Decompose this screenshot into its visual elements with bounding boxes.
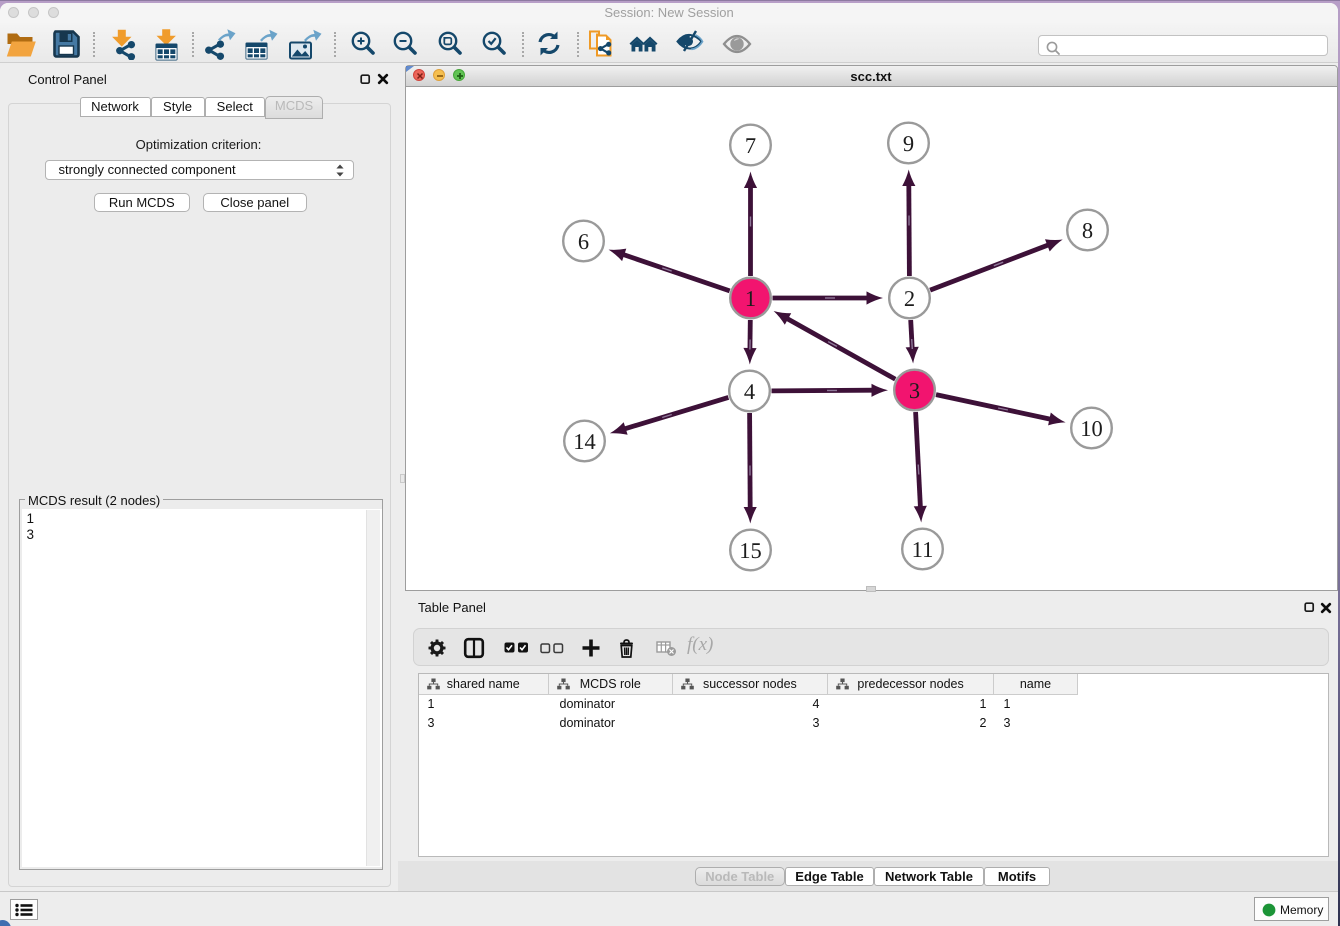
svg-text:14: 14	[573, 429, 596, 454]
svg-text:10: 10	[1080, 416, 1103, 441]
svg-text:8: 8	[1081, 218, 1092, 243]
svg-text:9: 9	[902, 131, 913, 156]
svg-text:2: 2	[903, 286, 914, 311]
svg-text:7: 7	[744, 133, 755, 158]
svg-text:15: 15	[739, 538, 762, 563]
svg-text:1: 1	[744, 286, 755, 311]
svg-text:4: 4	[743, 379, 754, 404]
svg-text:6: 6	[577, 229, 588, 254]
svg-text:11: 11	[911, 537, 933, 562]
svg-text:3: 3	[908, 378, 919, 403]
